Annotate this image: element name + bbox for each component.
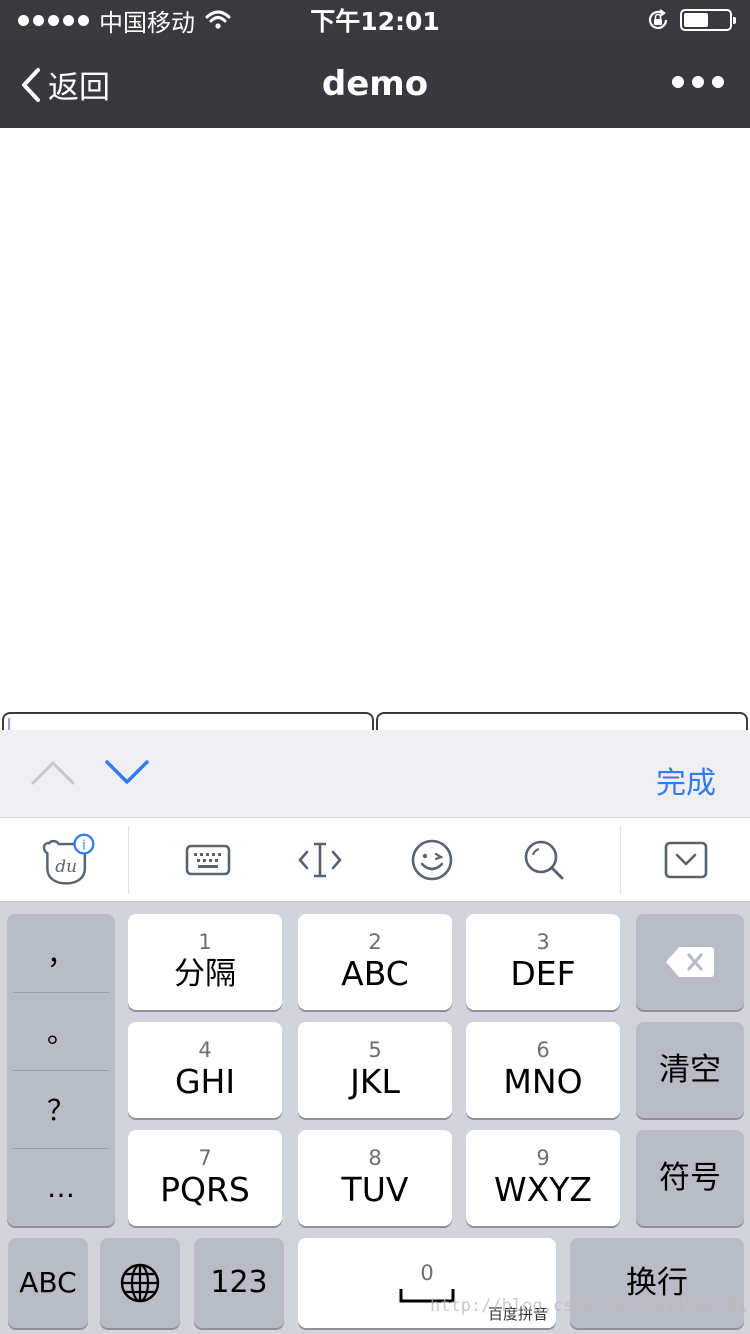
rotation-lock-icon [648,9,668,29]
punctuation-key[interactable]: ？ [13,1070,109,1148]
clear-key[interactable]: 清空 [636,1022,744,1118]
watermark-url: http://blog.csdn.net/u011500781 [430,1296,748,1316]
key-label: WXYZ [493,1170,592,1209]
battery-icon [680,9,736,31]
nav-bar: 返回 demo [0,40,750,128]
key-8-tuv[interactable]: 8 TUV [298,1130,452,1226]
keyboard-icon [185,844,231,876]
back-button[interactable]: 返回 [20,62,110,107]
key-number: 0 [420,1261,434,1285]
key-number: 9 [536,1146,550,1170]
toolbar-divider [128,826,129,894]
chevron-up-icon [31,761,75,785]
symbol-key[interactable]: 符号 [636,1130,744,1226]
key-label: MNO [503,1062,583,1101]
keyboard-switch-button[interactable] [178,830,238,890]
key-label: 符号 [659,1160,721,1196]
done-button[interactable]: 完成 [656,758,716,802]
battery-fill [684,13,709,27]
status-left: 中国移动 [18,3,231,38]
punctuation-key[interactable]: … [13,1148,109,1226]
search-icon [524,840,564,880]
key-label: TUV [341,1170,409,1209]
key-4-ghi[interactable]: 4 GHI [128,1022,282,1118]
key-label: 123 [210,1265,268,1300]
key-5-jkl[interactable]: 5 JKL [298,1022,452,1118]
carrier-label: 中国移动 [99,8,195,37]
globe-key[interactable] [100,1238,180,1328]
keyboard: ， 。 ？ … 1 分隔 2 ABC 3 DEF 4 GHI 5 JKL 6 M… [0,902,750,1334]
key-label: ABC [341,954,409,993]
cursor-move-icon [298,842,342,878]
collapse-keyboard-button[interactable] [656,830,716,890]
baidu-du-icon: du i [42,833,95,885]
more-dot-icon [712,76,724,88]
key-number: 6 [536,1038,550,1062]
back-label: 返回 [48,70,110,106]
key-number: 2 [368,930,382,954]
key-number: 7 [198,1146,212,1170]
delete-key[interactable] [636,914,744,1010]
previous-field-button[interactable] [30,756,76,790]
key-3-def[interactable]: 3 DEF [466,914,620,1010]
key-label: 清空 [659,1052,721,1088]
emoji-icon [411,839,453,881]
web-content [0,128,750,736]
svg-text:i: i [82,839,86,854]
key-9-wxyz[interactable]: 9 WXYZ [466,1130,620,1226]
key-number: 1 [198,930,212,954]
cursor-move-button[interactable] [290,830,350,890]
punctuation-key[interactable]: 。 [13,992,109,1070]
chevron-down-icon [105,760,149,784]
key-number: 3 [536,930,550,954]
key-1-separator[interactable]: 1 分隔 [128,914,282,1010]
toolbar-divider [620,826,621,894]
key-number: 8 [368,1146,382,1170]
key-label: PQRS [160,1170,250,1209]
more-dot-icon [692,76,704,88]
key-label: 分隔 [174,956,236,992]
key-label: GHI [174,1062,236,1101]
key-label: DEF [510,954,576,993]
collapse-keyboard-icon [664,841,708,879]
punctuation-key[interactable]: ， [13,914,109,992]
globe-icon [120,1263,160,1303]
key-6-mno[interactable]: 6 MNO [466,1022,620,1118]
signal-strength-icon [18,14,89,26]
key-7-pqrs[interactable]: 7 PQRS [128,1130,282,1226]
key-number: 5 [368,1038,382,1062]
number-switch-key[interactable]: 123 [194,1238,284,1328]
form-accessory-bar: 完成 [0,730,750,818]
key-number: 4 [198,1038,212,1062]
chevron-left-icon [22,67,40,102]
more-dot-icon [672,76,684,88]
search-button[interactable] [514,830,574,890]
more-button[interactable] [672,76,724,88]
page-title: demo [321,64,429,104]
baidu-du-button[interactable]: du i [38,830,98,890]
wifi-icon [205,10,231,29]
emoji-button[interactable] [402,830,462,890]
key-label: ABC [19,1266,77,1299]
svg-text:du: du [55,856,77,876]
key-2-abc[interactable]: 2 ABC [298,914,452,1010]
status-right [646,8,736,32]
punctuation-column: ， 。 ？ … [7,914,115,1226]
key-label: JKL [350,1062,400,1101]
next-field-button[interactable] [104,756,150,790]
abc-switch-key[interactable]: ABC [8,1238,88,1328]
backspace-icon [666,947,714,977]
status-bar: 中国移动 下午12:01 [0,0,750,40]
keyboard-toolbar: du i [0,818,750,902]
